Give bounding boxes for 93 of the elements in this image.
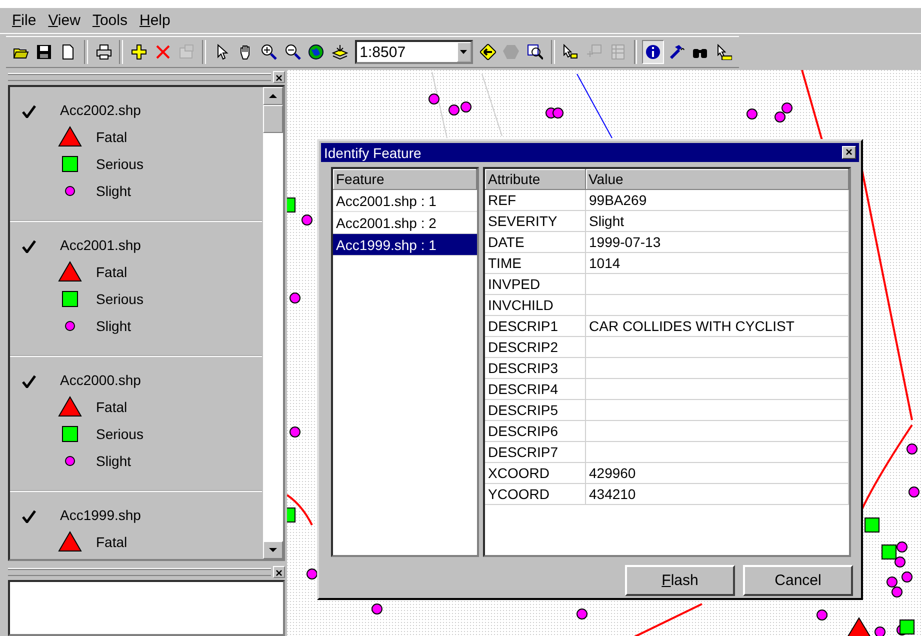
scroll-down-button[interactable] (263, 541, 283, 559)
table-cell: REF (488, 192, 516, 208)
table-cell: DESCRIP4 (488, 381, 558, 397)
layer-name: Acc2001.shp (60, 237, 141, 253)
list-item[interactable]: Acc2001.shp : 1 (333, 190, 477, 212)
x-mark-icon (154, 44, 171, 60)
table-cell: DESCRIP5 (488, 402, 558, 418)
grip-bar[interactable] (8, 73, 271, 81)
table-cell: DESCRIP6 (488, 423, 558, 439)
menu-item[interactable]: Help (133, 12, 176, 29)
polygon-icon (503, 44, 520, 60)
menu-item[interactable]: File (6, 12, 42, 29)
table-cell: YCOORD (488, 486, 550, 502)
column-header[interactable]: Attribute (485, 169, 586, 190)
page-icon (60, 44, 76, 60)
toolbar-button[interactable] (642, 40, 664, 64)
legend-label: Slight (96, 182, 132, 198)
table-icon (610, 44, 626, 60)
triangle-symbol-icon (58, 126, 82, 147)
close-button[interactable]: × (842, 146, 856, 159)
triangle-symbol-icon (58, 396, 82, 417)
table-cell: XCOORD (488, 465, 550, 481)
legend-label: Fatal (96, 398, 128, 414)
zoom-selection-icon (527, 44, 544, 60)
close-button[interactable]: × (273, 71, 285, 83)
dialog-button[interactable]: Flash (625, 565, 735, 596)
info-icon (645, 44, 662, 60)
menu-item[interactable]: Tools (86, 12, 134, 29)
printer-icon (96, 44, 112, 60)
square-symbol-icon (62, 426, 78, 442)
globe-icon (308, 44, 324, 60)
table-cell: TIME (488, 255, 522, 271)
plus-icon (130, 44, 147, 60)
table-cell: 429960 (589, 465, 636, 481)
down-arrow-icon (269, 548, 277, 552)
circle-symbol-icon (65, 456, 75, 466)
table-cell: INVPED (488, 276, 540, 292)
legend-label: Serious (96, 156, 144, 172)
checkmark-icon[interactable] (22, 375, 36, 388)
list-item[interactable]: Acc1999.shp : 1 (333, 234, 477, 256)
table-cell: DESCRIP7 (488, 444, 558, 460)
zoom-in-icon (260, 44, 277, 60)
checkmark-icon[interactable] (22, 105, 36, 118)
zoom-out-icon (284, 44, 301, 60)
up-arrow-icon (269, 94, 277, 98)
table-cell: CAR COLLIDES WITH CYCLIST (589, 318, 794, 334)
scale-combo[interactable]: 1:8507 (354, 40, 473, 64)
caret-icon (460, 50, 468, 54)
measure-icon (716, 44, 732, 60)
checkmark-icon[interactable] (22, 240, 36, 253)
circle-symbol-icon (65, 186, 75, 196)
close-button[interactable]: × (273, 566, 285, 578)
table-cell: INVCHILD (488, 297, 554, 313)
table-cell: 99BA269 (589, 192, 647, 208)
column-header[interactable]: Feature (333, 169, 477, 190)
table-cell: DESCRIP1 (488, 318, 558, 334)
square-symbol-icon (62, 156, 78, 172)
dialog-button[interactable]: Cancel (743, 565, 853, 596)
legend-label: Fatal (96, 128, 128, 144)
grip-bar[interactable] (8, 568, 271, 576)
select-features-icon (562, 44, 578, 60)
checkmark-icon[interactable] (22, 510, 36, 523)
menu-item[interactable]: View (42, 12, 86, 29)
legend-label: Fatal (96, 264, 128, 280)
scrollbar-thumb[interactable] (263, 105, 283, 133)
table-cell: 1014 (589, 255, 620, 271)
scroll-up-button[interactable] (263, 87, 283, 105)
layer-name: Acc2000.shp (60, 372, 141, 388)
legend-label: Serious (96, 426, 144, 442)
legend-label: Fatal (96, 534, 128, 550)
layer-name: Acc1999.shp (60, 507, 141, 523)
layers-icon (332, 44, 348, 60)
back-arrow-icon (480, 44, 496, 60)
triangle-symbol-icon (58, 261, 82, 282)
hammer-icon (668, 44, 685, 60)
properties-icon (178, 44, 194, 60)
triangle-symbol-icon (58, 531, 82, 552)
table-cell: 434210 (589, 486, 636, 502)
square-symbol-icon (62, 290, 78, 306)
window-title: Identify Feature (324, 144, 422, 160)
legend-label: Serious (96, 290, 144, 306)
table-cell: DATE (488, 234, 524, 250)
legend-label: Slight (96, 452, 132, 468)
table-cell: DESCRIP2 (488, 339, 558, 355)
table-cell: SEVERITY (488, 213, 558, 229)
table-cell: Slight (589, 213, 624, 229)
legend-label: Slight (96, 318, 132, 334)
clear-selection-icon (586, 44, 602, 60)
table-cell: 1999-07-13 (589, 234, 661, 250)
table-cell: DESCRIP3 (488, 360, 558, 376)
column-header[interactable]: Value (586, 169, 848, 190)
circle-symbol-icon (65, 320, 75, 330)
layer-name: Acc2002.shp (60, 102, 141, 118)
